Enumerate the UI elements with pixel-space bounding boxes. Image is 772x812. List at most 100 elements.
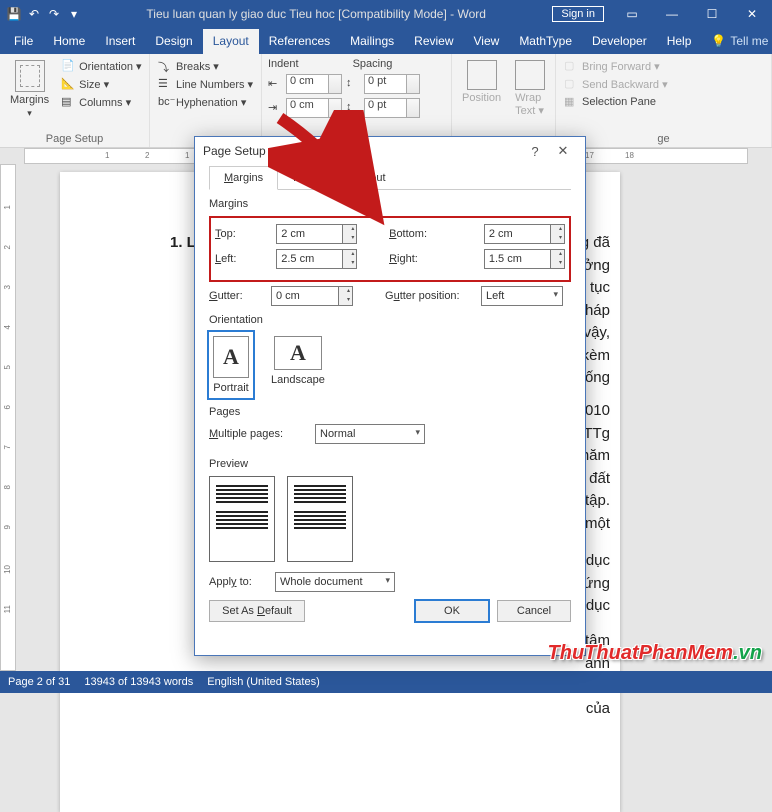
status-page[interactable]: Page 2 of 31 [8, 676, 70, 688]
minimize-button[interactable]: — [652, 0, 692, 28]
bulb-icon: 💡 [711, 34, 726, 48]
portrait-option[interactable]: A Portrait [209, 332, 253, 398]
portrait-icon: A [213, 336, 249, 378]
preview-pane [209, 476, 571, 562]
ok-button[interactable]: OK [415, 600, 489, 622]
landscape-option[interactable]: A Landscape [267, 332, 329, 398]
sign-in-button[interactable]: Sign in [552, 6, 604, 22]
margins-button[interactable]: Margins ▾ [6, 58, 53, 131]
dialog-help-button[interactable]: ? [521, 144, 549, 159]
margins-section-header: Margins [209, 198, 571, 210]
send-backward-icon: ▢ [564, 77, 578, 91]
tab-mathtype[interactable]: MathType [509, 29, 582, 54]
hyphenation-button[interactable]: bc⁻Hyphenation ▾ [156, 94, 255, 110]
indent-left-input[interactable]: 0 cm [286, 74, 342, 94]
landscape-label: Landscape [271, 374, 325, 386]
pages-section-header: Pages [209, 406, 571, 418]
breaks-button[interactable]: ⤵Breaks ▾ [156, 58, 255, 74]
maximize-button[interactable]: ☐ [692, 0, 732, 28]
quick-access-toolbar: 💾 ↶ ↷ ▾ [0, 6, 88, 22]
top-label: Top: [215, 228, 270, 240]
indent-right-input[interactable]: 0 cm [286, 98, 342, 118]
undo-icon[interactable]: ↶ [26, 6, 42, 22]
orientation-button[interactable]: 📄Orientation ▾ [59, 58, 143, 74]
dialog-tab-margins[interactable]: Margins [209, 166, 278, 190]
window-title: Tieu luan quan ly giao duc Tieu hoc [Com… [88, 7, 544, 21]
doc-text-strip-3: dục ứng dục [583, 550, 610, 618]
ribbon-display-options-icon[interactable]: ▭ [612, 0, 652, 28]
bottom-label: Bottom: [389, 228, 478, 240]
preview-page-1 [209, 476, 275, 562]
status-words[interactable]: 13943 of 13943 words [84, 676, 193, 688]
spacing-heading: Spacing [353, 58, 393, 70]
tab-insert[interactable]: Insert [95, 29, 145, 54]
page-setup-group-label: Page Setup [6, 131, 143, 145]
tab-layout[interactable]: Layout [203, 29, 259, 54]
tab-home[interactable]: Home [43, 29, 95, 54]
portrait-label: Portrait [213, 382, 248, 394]
spacing-after-input[interactable]: 0 pt [364, 98, 420, 118]
gutter-label: Gutter: [209, 290, 265, 302]
qat-customize-icon[interactable]: ▾ [66, 6, 82, 22]
columns-icon: ▤ [61, 95, 75, 109]
wrap-icon [515, 60, 545, 90]
tab-review[interactable]: Review [404, 29, 463, 54]
left-input[interactable]: 2.5 cm [276, 249, 357, 269]
indent-heading: Indent [268, 58, 299, 70]
line-numbers-button[interactable]: ☰Line Numbers ▾ [156, 76, 255, 92]
tab-references[interactable]: References [259, 29, 340, 54]
dialog-tab-layout[interactable]: Layout [338, 166, 401, 190]
close-button[interactable]: ✕ [732, 0, 772, 28]
bottom-input[interactable]: 2 cm [484, 224, 565, 244]
top-input[interactable]: 2 cm [276, 224, 357, 244]
wrap-text-button: Wrap Text ▾ [511, 58, 549, 145]
save-icon[interactable]: 💾 [6, 6, 22, 22]
status-language[interactable]: English (United States) [207, 676, 320, 688]
redo-icon[interactable]: ↷ [46, 6, 62, 22]
indent-right-icon: ⇥ [268, 101, 282, 115]
orientation-section-header: Orientation [209, 314, 571, 326]
tab-design[interactable]: Design [145, 29, 202, 54]
gutter-position-label: Gutter position: [385, 290, 475, 302]
position-icon [467, 60, 497, 90]
breaks-icon: ⤵ [158, 59, 172, 73]
cancel-button[interactable]: Cancel [497, 600, 571, 622]
watermark: ThuThuatPhanMem.vn [548, 642, 762, 665]
gutter-position-select[interactable]: Left [481, 286, 563, 306]
bring-forward-button: ▢Bring Forward ▾ [562, 58, 670, 74]
spacing-before-input[interactable]: 0 pt [364, 74, 420, 94]
ribbon-tab-strip: File Home Insert Design Layout Reference… [0, 28, 772, 54]
dialog-title: Page Setup [203, 144, 266, 158]
status-bar: Page 2 of 31 13943 of 13943 words Englis… [0, 671, 772, 693]
set-as-default-button[interactable]: Set As Default [209, 600, 305, 622]
line-numbers-icon: ☰ [158, 77, 172, 91]
vertical-ruler[interactable]: 1234567891011 [0, 164, 16, 671]
apply-to-label: Apply to: [209, 576, 269, 588]
gutter-input[interactable]: 0 cm [271, 286, 353, 306]
apply-to-select[interactable]: Whole document [275, 572, 395, 592]
send-backward-button: ▢Send Backward ▾ [562, 76, 670, 92]
dialog-tab-paper[interactable]: Paper [278, 166, 337, 190]
position-button: Position [458, 58, 505, 145]
multiple-pages-select[interactable]: Normal [315, 424, 425, 444]
tab-help[interactable]: Help [657, 29, 702, 54]
selection-pane-icon: ▦ [564, 95, 578, 109]
bring-forward-icon: ▢ [564, 59, 578, 73]
tab-file[interactable]: File [4, 29, 43, 54]
margins-icon [15, 60, 45, 92]
tell-me-search[interactable]: 💡Tell me [701, 29, 772, 54]
size-button[interactable]: 📐Size ▾ [59, 76, 143, 92]
tab-view[interactable]: View [464, 29, 510, 54]
dialog-tabs: Margins Paper Layout [209, 165, 571, 190]
columns-button[interactable]: ▤Columns ▾ [59, 94, 143, 110]
tab-developer[interactable]: Developer [582, 29, 657, 54]
tab-mailings[interactable]: Mailings [340, 29, 404, 54]
left-label: Left: [215, 253, 270, 265]
right-label: Right: [389, 253, 478, 265]
hyphenation-icon: bc⁻ [158, 95, 172, 109]
dialog-close-button[interactable]: ✕ [549, 143, 577, 159]
dialog-title-bar[interactable]: Page Setup ? ✕ [195, 137, 585, 165]
right-input[interactable]: 1.5 cm [484, 249, 565, 269]
margins-highlight-box: Top: 2 cm Bottom: 2 cm Left: 2.5 cm Righ… [209, 216, 571, 282]
selection-pane-button[interactable]: ▦Selection Pane [562, 94, 670, 110]
